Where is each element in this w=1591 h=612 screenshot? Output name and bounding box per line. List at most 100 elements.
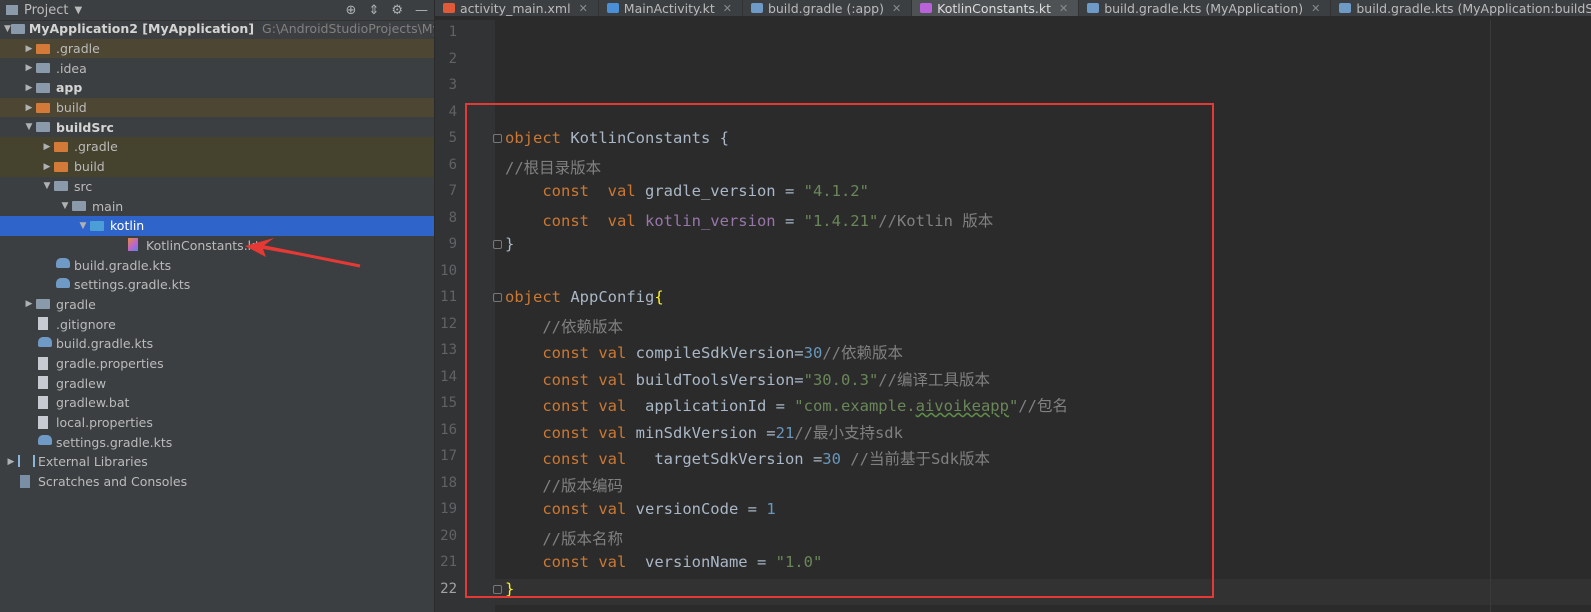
tree-item[interactable]: Scratches and Consoles	[0, 472, 434, 492]
chevron-down-icon[interactable]: ▼	[40, 181, 54, 191]
tree-item[interactable]: ▼ MyApplication2 [MyApplication] G:\Androi…	[0, 19, 434, 39]
editor-tab[interactable]: KotlinConstants.kt ✕	[912, 0, 1080, 16]
project-panel-header: Project ▼ ⊕ ⇕ ⚙ —	[0, 0, 434, 21]
line-number: 13	[440, 342, 457, 358]
tree-item[interactable]: gradle.properties	[0, 354, 434, 374]
tree-item[interactable]: gradlew	[0, 373, 434, 393]
chevron-right-icon[interactable]: ▶	[22, 83, 36, 93]
chevron-right-icon[interactable]: ▶	[22, 299, 36, 309]
tree-item[interactable]: gradlew.bat	[0, 393, 434, 413]
tree-item[interactable]: ▶ .gradle	[0, 38, 434, 59]
file-icon	[36, 395, 52, 410]
locate-icon[interactable]: ⊕	[346, 3, 357, 18]
chevron-right-icon[interactable]: ▶	[22, 103, 36, 113]
tree-item-label: KotlinConstants.kt	[146, 237, 260, 253]
tree-item[interactable]: settings.gradle.kts	[0, 275, 434, 295]
tree-item[interactable]: KotlinConstants.kt	[0, 236, 434, 256]
tree-item[interactable]: build.gradle.kts	[0, 334, 434, 354]
tree-item[interactable]: ▼ src	[0, 177, 434, 197]
tab-label: activity_main.xml	[460, 0, 571, 16]
tree-item[interactable]: ▶ External Libraries	[0, 452, 434, 472]
line-number: 4	[448, 103, 457, 120]
line-number: 15	[440, 395, 457, 411]
tree-item-label: build.gradle.kts	[56, 336, 154, 352]
editor-tab[interactable]: build.gradle (:app) ✕	[743, 0, 913, 16]
tree-item[interactable]: ▼ main	[0, 196, 434, 216]
editor-tab[interactable]: build.gradle.kts (MyApplication:buildSrc…	[1331, 0, 1591, 16]
gradle-file-icon	[36, 336, 52, 351]
tree-item-label: gradlew.bat	[56, 395, 130, 411]
tree-item[interactable]: ▶ .gradle	[0, 137, 434, 157]
file-type-icon	[1087, 3, 1100, 13]
chevron-right-icon[interactable]: ▶	[22, 63, 36, 73]
editor-tab[interactable]: MainActivity.kt ✕	[599, 0, 743, 16]
line-number: 2	[448, 50, 457, 67]
gradle-file-icon	[36, 435, 52, 449]
chevron-down-icon[interactable]: ▼	[74, 5, 82, 16]
tree-item-label: settings.gradle.kts	[74, 277, 191, 293]
chevron-down-icon[interactable]: ▼	[76, 221, 90, 231]
project-view-icon	[6, 5, 18, 15]
folder-icon	[10, 22, 25, 36]
close-tab-icon[interactable]: ✕	[723, 2, 732, 15]
tree-item-label: src	[74, 178, 93, 194]
chevron-down-icon[interactable]: ▼	[4, 24, 11, 34]
tree-item[interactable]: ▼ buildSrc	[0, 117, 434, 137]
tree-item[interactable]: ▶ build	[0, 156, 434, 177]
editor-tab[interactable]: build.gradle.kts (MyApplication) ✕	[1079, 0, 1332, 16]
file-type-icon	[920, 3, 933, 13]
file-icon	[36, 356, 52, 371]
close-tab-icon[interactable]: ✕	[579, 2, 588, 15]
tab-label: MainActivity.kt	[623, 0, 715, 16]
tree-item-label: build	[56, 100, 87, 116]
minimize-icon[interactable]: —	[415, 3, 428, 18]
line-number: 10	[440, 262, 457, 279]
folder-icon	[36, 297, 52, 311]
tree-item[interactable]: settings.gradle.kts	[0, 432, 434, 452]
chevron-down-icon[interactable]: ▼	[58, 201, 72, 211]
file-type-icon	[750, 3, 763, 13]
file-icon	[36, 317, 52, 331]
tab-label: build.gradle.kts (MyApplication:buildSrc…	[1356, 0, 1591, 16]
line-number: 18	[440, 474, 457, 491]
folder-icon	[36, 42, 52, 56]
tree-item-label: gradle.properties	[56, 356, 164, 372]
folder-icon	[54, 179, 70, 193]
tree-item-label: MyApplication2 [MyApplication]	[28, 21, 255, 37]
tree-item[interactable]: build.gradle.kts	[0, 255, 434, 275]
chevron-right-icon[interactable]: ▶	[22, 44, 36, 54]
gear-icon[interactable]: ⚙	[391, 3, 403, 18]
line-number: 19	[440, 501, 457, 517]
project-view-selector[interactable]: Project	[24, 3, 68, 18]
collapse-all-icon[interactable]: ⇕	[368, 3, 379, 18]
line-number: 12	[440, 315, 457, 332]
kotlin-file-icon	[126, 238, 142, 252]
chevron-down-icon[interactable]: ▼	[22, 122, 36, 132]
close-tab-icon[interactable]: ✕	[1311, 2, 1320, 15]
chevron-right-icon[interactable]: ▶	[40, 142, 54, 152]
line-number: 5	[448, 130, 457, 146]
right-margin-guide	[1490, 20, 1491, 612]
tree-item-label: build.gradle.kts	[74, 257, 172, 273]
close-tab-icon[interactable]: ✕	[1059, 2, 1068, 15]
tree-item[interactable]: ▶ gradle	[0, 295, 434, 315]
project-tree: ▼ MyApplication2 [MyApplication] G:\Androi…	[0, 19, 434, 492]
tree-item[interactable]: .gitignore	[0, 314, 434, 334]
chevron-right-icon[interactable]: ▶	[40, 162, 54, 172]
line-number: 8	[448, 209, 457, 226]
file-icon	[36, 415, 52, 430]
tree-item-label: gradle	[56, 296, 96, 312]
tree-item-label: .gitignore	[56, 316, 116, 332]
tree-item[interactable]: ▶ .idea	[0, 58, 434, 78]
tree-item-label: .idea	[56, 60, 87, 76]
tree-item[interactable]: local.properties	[0, 413, 434, 433]
editor-tab[interactable]: activity_main.xml ✕	[435, 0, 599, 16]
close-tab-icon[interactable]: ✕	[892, 2, 901, 15]
line-number: 3	[448, 77, 457, 93]
tree-item-label: gradlew	[56, 375, 107, 391]
tree-item[interactable]: ▼ kotlin	[0, 215, 434, 236]
folder-icon	[36, 120, 52, 134]
tree-item[interactable]: ▶ app	[0, 78, 434, 98]
tree-item[interactable]: ▶ build	[0, 97, 434, 118]
chevron-right-icon[interactable]: ▶	[4, 457, 18, 467]
